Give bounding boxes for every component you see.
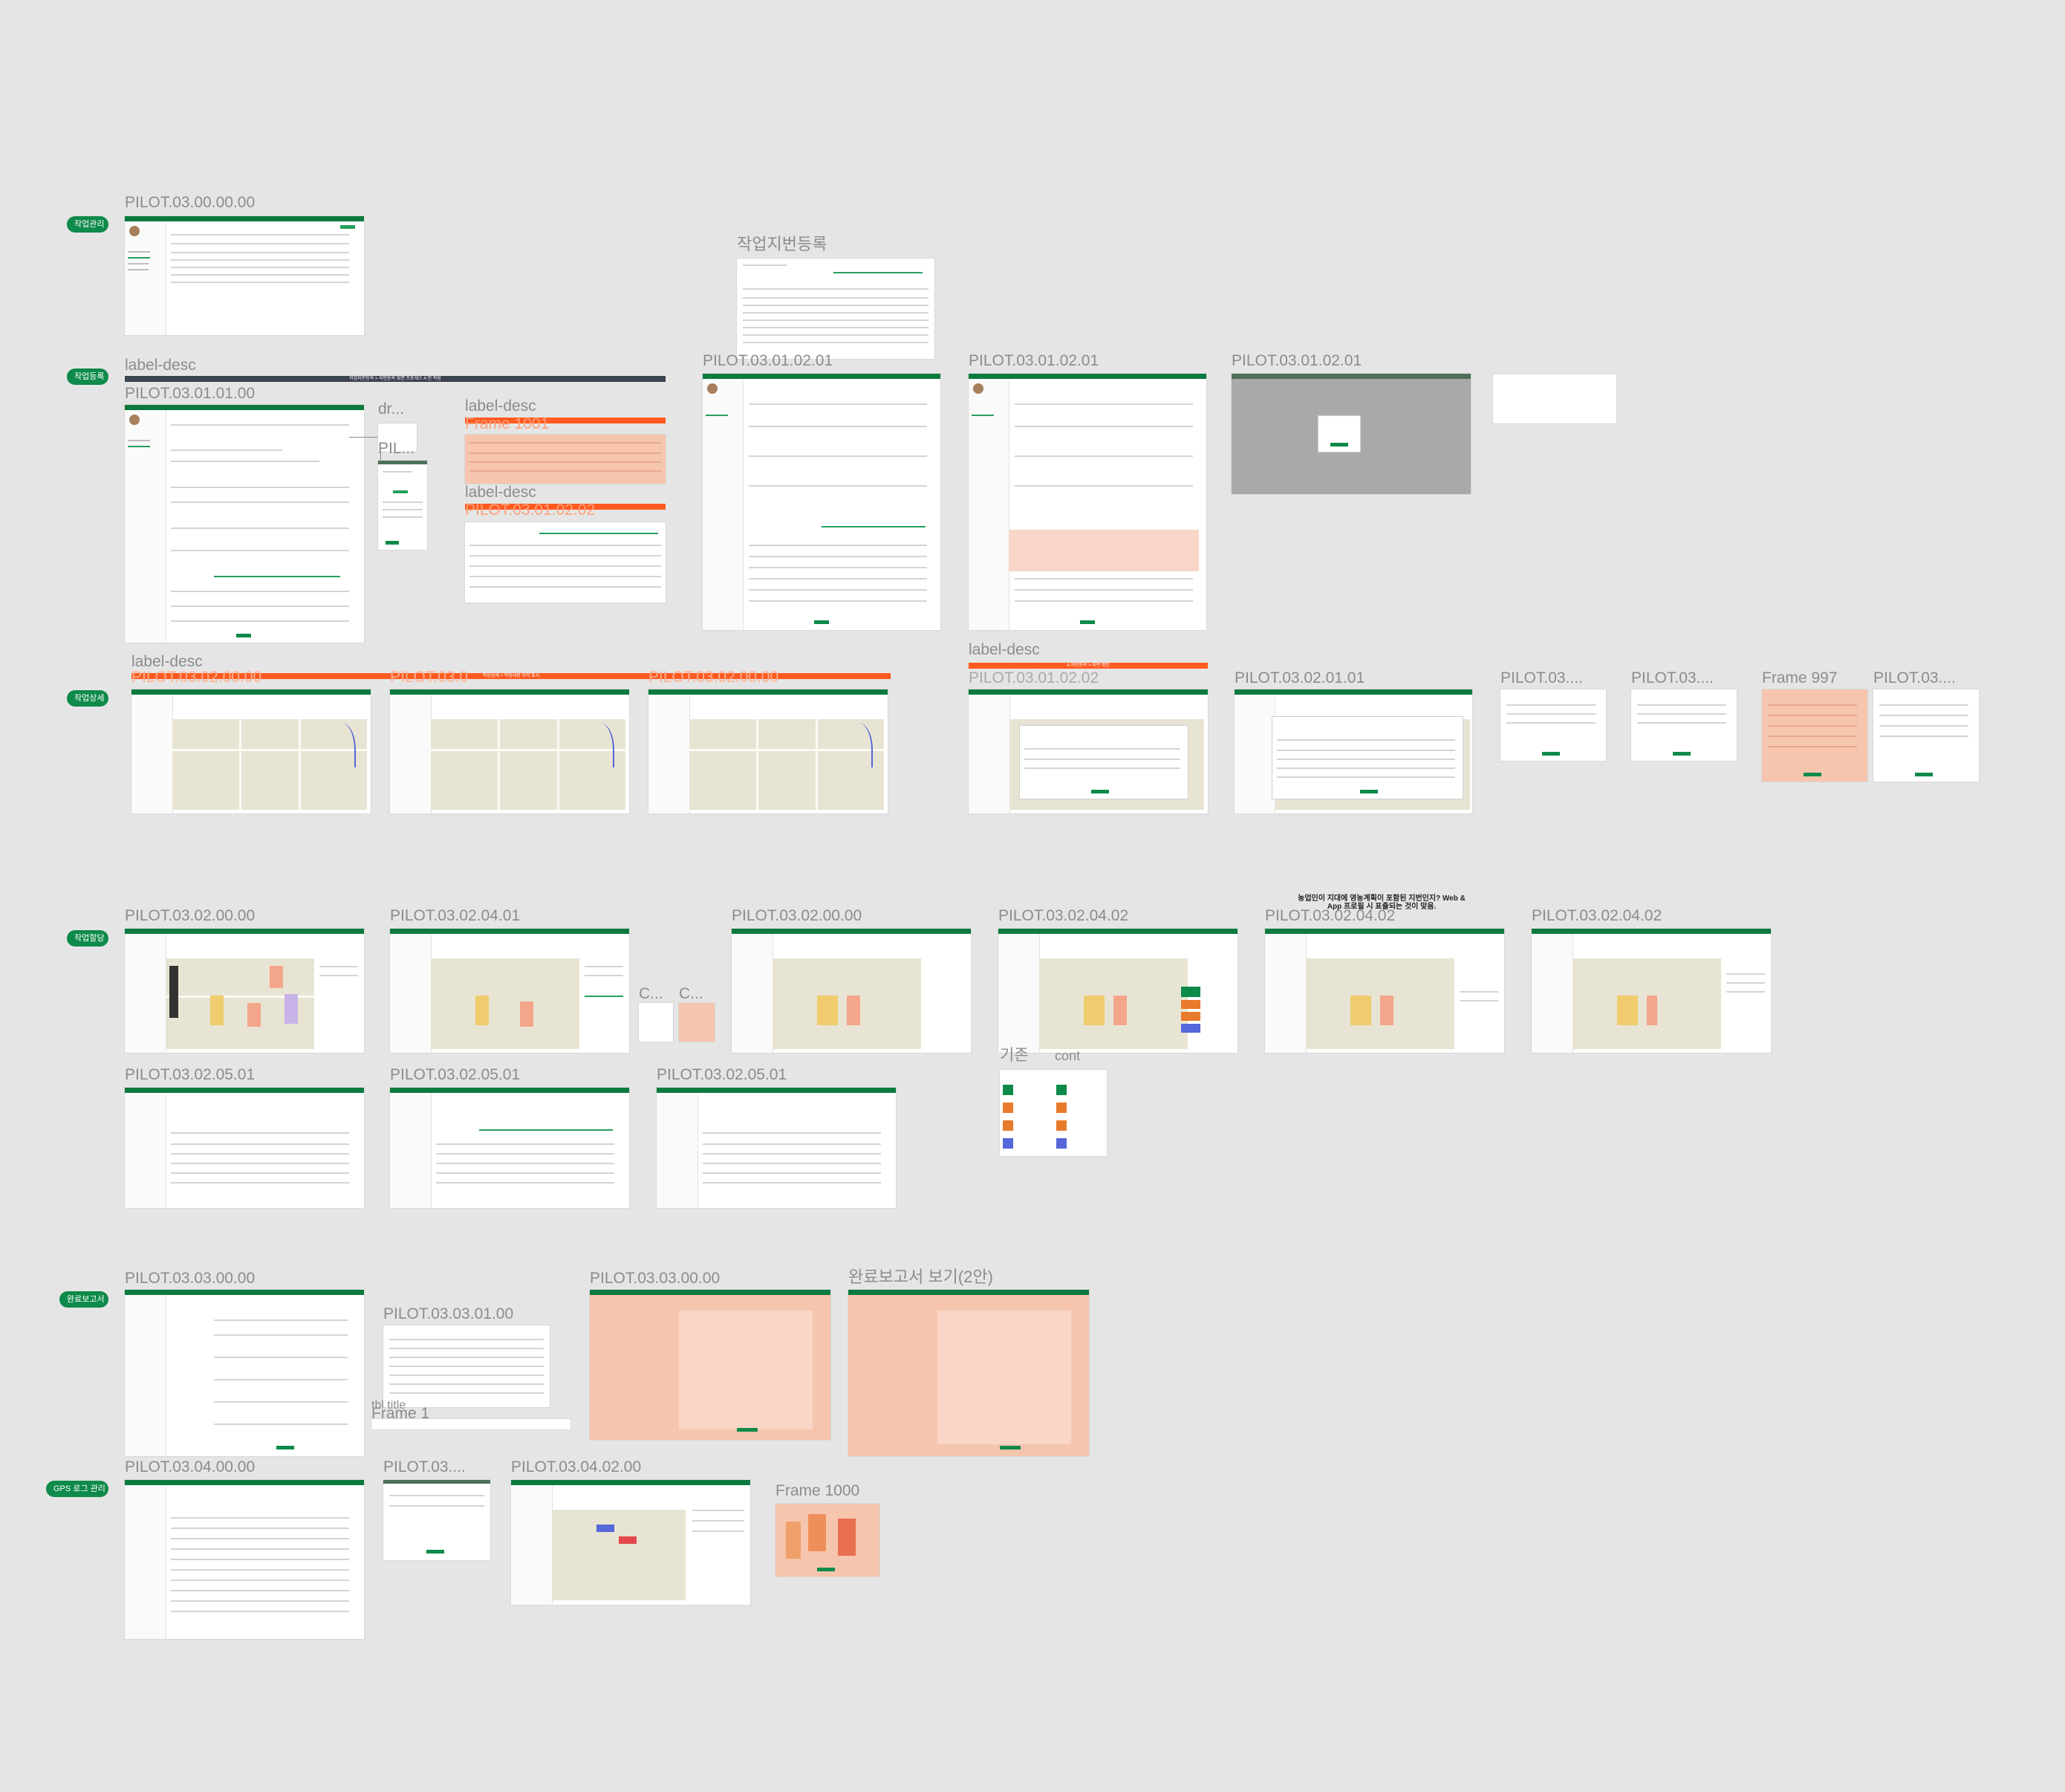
- frame-label: PILOT.03.01.02.02: [465, 501, 596, 519]
- frame-label: label-desc: [131, 653, 203, 670]
- frame-assign-list-2[interactable]: [390, 1088, 629, 1208]
- frame-label: PILOT.03....: [1873, 669, 1956, 686]
- frame-label: PILOT.03.02.04.02: [998, 907, 1129, 924]
- frame-register-modal[interactable]: [1232, 374, 1471, 494]
- frame-label: PILOT.03....: [1631, 669, 1714, 686]
- frame-label: PILOT.03.01.02.02: [969, 669, 1099, 686]
- frame-report-list[interactable]: [383, 1325, 550, 1407]
- frame-label: PILOT.03.03.00.00: [125, 1270, 256, 1287]
- frame-assign-map-2[interactable]: [390, 929, 629, 1053]
- frame-label: label-desc: [969, 641, 1040, 658]
- frame-gps-log-list[interactable]: [125, 1480, 364, 1639]
- desc-banner: 작업지번등록 > 지번등록 화면 프로세스 A 안 적용: [125, 376, 666, 382]
- frame-label: PILOT.03.02.05.01: [125, 1066, 256, 1083]
- frame-report-view-1[interactable]: [590, 1290, 830, 1440]
- frame-label: PILOT.03.01.02.01: [969, 352, 1099, 369]
- section-tag-work-assign: 작업할당: [67, 930, 108, 947]
- frame-detail-table-popup[interactable]: [1235, 689, 1472, 814]
- frame-label: 완료보고서 보기(2안): [848, 1267, 993, 1286]
- frame-detail-map-2[interactable]: [390, 689, 629, 814]
- frame-label: C...: [679, 985, 703, 1002]
- frame-assign-list-1[interactable]: [125, 1088, 364, 1208]
- frame-label: cont: [1055, 1048, 1081, 1063]
- frame-gps-dialog[interactable]: [383, 1480, 490, 1560]
- frame-label: PILOT.03.02.01.01: [1235, 669, 1365, 686]
- section-tag-completion-report: 완료보고서: [59, 1291, 108, 1308]
- frame-assign-map-1[interactable]: [125, 929, 364, 1053]
- frame-label: PILOT.03.02.00.00: [131, 669, 262, 686]
- frame-label: 기존: [1000, 1047, 1029, 1064]
- frame-label: PILOT.03.02.00.00: [732, 907, 862, 924]
- frame-color-chip-2: [679, 1003, 715, 1042]
- frame-label: 작업지번등록: [737, 235, 827, 253]
- frame-annotation-1001: [465, 435, 666, 484]
- frame-assign-map-3[interactable]: [732, 929, 971, 1053]
- frame-label: PILOT.03....: [383, 1458, 466, 1476]
- frame-detail-map-1[interactable]: [131, 689, 371, 814]
- frame-label: label-desc: [465, 484, 536, 501]
- frame-gps-map[interactable]: [511, 1480, 750, 1605]
- frame-label: PILOT.03.04.02.00: [511, 1458, 642, 1476]
- frame-label: PILOT.03.01.02.01: [703, 352, 833, 369]
- frame-small-dialog-1[interactable]: [1500, 689, 1606, 761]
- frame-label: PILOT.03.03.01.00: [383, 1305, 514, 1322]
- frame-label: PILOT.03.02.04.01: [390, 907, 521, 924]
- section-tag-work-management: 작업관리: [67, 216, 108, 233]
- frame-label: label-desc: [125, 357, 196, 374]
- frame-label: PILOT.03.00.00.00: [125, 194, 256, 211]
- frame-1000: [775, 1504, 879, 1577]
- frame-mini-cards: [1493, 374, 1616, 423]
- frame-label: PILOT.03.04.00.00: [125, 1458, 256, 1476]
- frame-label: PILOT.03.02.04.02: [1265, 907, 1396, 924]
- frame-popup-select[interactable]: [378, 461, 427, 550]
- frame-label: PILOT.03.01.01.00: [125, 385, 256, 402]
- frame-detail-parcel-popup[interactable]: [969, 689, 1208, 814]
- frame-report-view-2[interactable]: [848, 1290, 1089, 1456]
- section-tag-gps-log: GPS 로그 관리: [46, 1481, 108, 1497]
- frame-report-form[interactable]: [125, 1290, 364, 1456]
- frame-assign-map-5[interactable]: [1265, 929, 1504, 1053]
- frame-label: PILOT.03.03.00.00: [590, 1270, 721, 1287]
- frame-label: Frame 997: [1762, 669, 1838, 686]
- frame-work-list[interactable]: [125, 216, 364, 335]
- frame-label: PILOT.03.0: [390, 669, 469, 686]
- frame-label: PILOT.03....: [1500, 669, 1583, 686]
- frame-997: [1762, 689, 1867, 782]
- frame-label: PILOT.03.02.00.00: [125, 907, 256, 924]
- frame-register-step-b[interactable]: [969, 374, 1206, 630]
- frame-label: label-desc: [465, 397, 536, 415]
- flow-connector: [349, 437, 381, 509]
- frame-label: Frame 1000: [775, 1482, 860, 1499]
- frame-small-dialog-3[interactable]: [1873, 689, 1979, 782]
- frame-label: Frame 1001: [465, 415, 550, 432]
- frame-small-dialog-2[interactable]: [1631, 689, 1737, 761]
- frame-label: PILOT.03.01.02.01: [1232, 352, 1362, 369]
- frame-status-legend: [1000, 1070, 1107, 1156]
- frame-register-step-a[interactable]: [703, 374, 940, 630]
- frame-label: PILOT.03.02.05.01: [657, 1066, 787, 1083]
- frame-work-register-form[interactable]: [125, 405, 364, 643]
- frame-assign-map-4[interactable]: [998, 929, 1238, 1053]
- frame-label: C...: [639, 985, 663, 1002]
- frame-label: PILOT.03.02.04.02: [1532, 907, 1662, 924]
- section-tag-work-register: 작업등록: [67, 369, 108, 385]
- frame-label: PILOT.03.02.00.00: [648, 669, 779, 686]
- frame-register-table[interactable]: [465, 522, 666, 603]
- frame-label: PIL...: [378, 440, 415, 457]
- frame-1: [371, 1419, 570, 1429]
- frame-detail-map-3[interactable]: [648, 689, 888, 814]
- desc-banner: A 지번등록 > 지번 확인: [969, 663, 1208, 669]
- frame-assign-map-6[interactable]: [1532, 929, 1771, 1053]
- frame-parcel-register[interactable]: [737, 259, 934, 359]
- frame-color-chip-1: [639, 1003, 673, 1042]
- frame-assign-list-3[interactable]: [657, 1088, 896, 1208]
- frame-label: dr...: [378, 400, 405, 418]
- frame-label: PILOT.03.02.05.01: [390, 1066, 521, 1083]
- section-tag-work-detail: 작업상세: [67, 690, 108, 707]
